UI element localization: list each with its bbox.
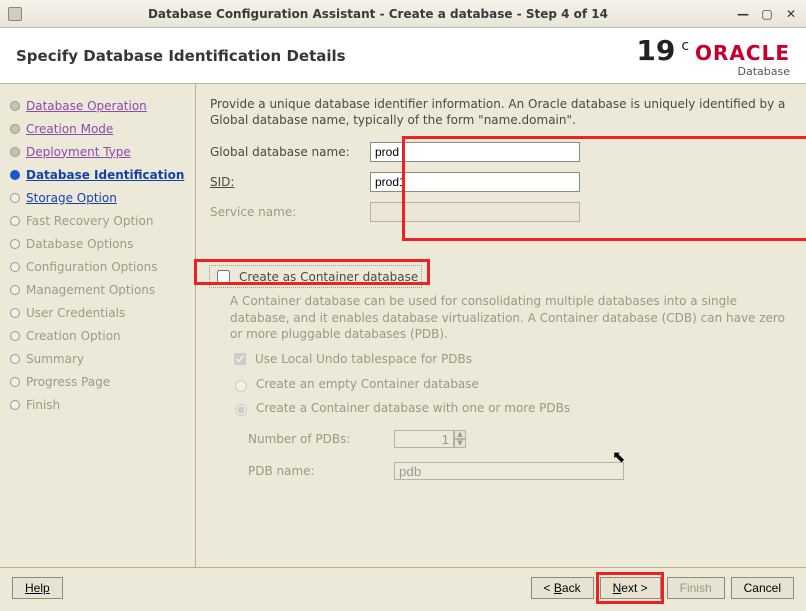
sidebar-step-7: Configuration Options <box>8 255 187 278</box>
container-description: A Container database can be used for con… <box>230 293 788 342</box>
sidebar-step-5: Fast Recovery Option <box>8 209 187 232</box>
sidebar-step-label: Creation Option <box>26 329 121 343</box>
num-pdb-label: Number of PDBs: <box>248 431 388 447</box>
sidebar-step-label: Fast Recovery Option <box>26 214 153 228</box>
num-pdb-input <box>394 430 454 448</box>
sidebar-step-10: Creation Option <box>8 324 187 347</box>
sid-input[interactable] <box>370 172 580 192</box>
page-header: Specify Database Identification Details … <box>0 28 806 84</box>
main-panel: Provide a unique database identifier inf… <box>196 84 806 567</box>
sidebar-step-label: Management Options <box>26 283 155 297</box>
sidebar-step-label: User Credentials <box>26 306 125 320</box>
sidebar-step-label: Deployment Type <box>26 145 131 159</box>
sidebar-step-label: Database Options <box>26 237 133 251</box>
local-undo-label: Use Local Undo tablespace for PDBs <box>255 351 472 367</box>
step-bullet-icon <box>10 193 20 203</box>
global-db-name-label: Global database name: <box>210 145 370 159</box>
version-number: 19 <box>636 34 675 67</box>
step-bullet-icon <box>10 170 20 180</box>
sidebar-step-4[interactable]: Storage Option <box>8 186 187 209</box>
close-button[interactable]: ✕ <box>784 7 798 21</box>
sidebar-step-11: Summary <box>8 347 187 370</box>
with-pdb-radio <box>235 404 247 416</box>
page-title: Specify Database Identification Details <box>16 47 636 65</box>
empty-container-label: Create an empty Container database <box>256 376 479 392</box>
maximize-button[interactable]: ▢ <box>760 7 774 21</box>
next-button[interactable]: Next > <box>600 577 661 599</box>
empty-container-radio <box>235 380 247 392</box>
sidebar-step-2[interactable]: Deployment Type <box>8 140 187 163</box>
global-db-name-row: Global database name: <box>210 142 788 162</box>
container-subsection: A Container database can be used for con… <box>210 287 788 480</box>
sidebar-step-6: Database Options <box>8 232 187 255</box>
window-title: Database Configuration Assistant - Creat… <box>30 7 726 21</box>
step-bullet-icon <box>10 400 20 410</box>
sidebar-step-label: Configuration Options <box>26 260 158 274</box>
step-bullet-icon <box>10 147 20 157</box>
wizard-footer: Help < Back Next > Finish Cancel <box>0 568 806 608</box>
version-suffix: c <box>681 38 689 54</box>
step-bullet-icon <box>10 331 20 341</box>
sidebar-step-0[interactable]: Database Operation <box>8 94 187 117</box>
sidebar-step-8: Management Options <box>8 278 187 301</box>
step-bullet-icon <box>10 285 20 295</box>
step-bullet-icon <box>10 101 20 111</box>
empty-container-row: Create an empty Container database <box>230 376 788 392</box>
app-icon <box>8 7 22 21</box>
sidebar-step-1[interactable]: Creation Mode <box>8 117 187 140</box>
local-undo-row: Use Local Undo tablespace for PDBs <box>230 350 788 368</box>
wizard-sidebar: Database Operation Creation Mode Deploymen… <box>0 84 196 567</box>
spinner-up-icon: ▲ <box>454 430 466 439</box>
num-pdb-spinner: ▲ ▼ <box>394 430 466 448</box>
local-undo-checkbox <box>234 353 246 365</box>
minimize-button[interactable]: — <box>736 7 750 21</box>
intro-text: Provide a unique database identifier inf… <box>210 96 788 128</box>
sidebar-step-label: Database Operation <box>26 99 147 113</box>
step-bullet-icon <box>10 354 20 364</box>
service-name-input <box>370 202 580 222</box>
sid-label: SID: <box>210 175 370 189</box>
sidebar-step-label: Storage Option <box>26 191 117 205</box>
help-button[interactable]: Help <box>12 577 63 599</box>
step-bullet-icon <box>10 124 20 134</box>
oracle-brand: 19 c ORACLE Database <box>636 34 790 78</box>
oracle-logo-sub: Database <box>738 65 791 78</box>
step-bullet-icon <box>10 262 20 272</box>
num-pdb-row: Number of PDBs: ▲ ▼ <box>230 430 788 448</box>
sidebar-step-13: Finish <box>8 393 187 416</box>
global-db-name-input[interactable] <box>370 142 580 162</box>
step-bullet-icon <box>10 239 20 249</box>
with-pdb-label: Create a Container database with one or … <box>256 400 570 416</box>
with-pdb-row: Create a Container database with one or … <box>230 400 788 416</box>
pdb-name-label: PDB name: <box>248 463 388 479</box>
oracle-logo-text: ORACLE <box>695 41 790 65</box>
spinner-down-icon: ▼ <box>454 439 466 448</box>
sidebar-step-label: Database Identification <box>26 168 184 182</box>
step-bullet-icon <box>10 308 20 318</box>
mouse-cursor-icon: ⬉ <box>612 447 625 466</box>
pdb-name-row: PDB name: <box>230 462 788 480</box>
sidebar-step-label: Finish <box>26 398 60 412</box>
step-bullet-icon <box>10 216 20 226</box>
back-button[interactable]: < Back <box>531 577 594 599</box>
sid-row: SID: <box>210 172 788 192</box>
sidebar-step-9: User Credentials <box>8 301 187 324</box>
pdb-name-input <box>394 462 624 480</box>
service-name-row: Service name: <box>210 202 788 222</box>
service-name-label: Service name: <box>210 205 370 219</box>
create-container-row[interactable]: Create as Container database <box>210 266 421 287</box>
sidebar-step-label: Creation Mode <box>26 122 113 136</box>
create-container-checkbox[interactable] <box>217 270 230 283</box>
finish-button: Finish <box>667 577 725 599</box>
step-bullet-icon <box>10 377 20 387</box>
sidebar-step-3[interactable]: Database Identification <box>8 163 187 186</box>
sidebar-step-12: Progress Page <box>8 370 187 393</box>
cancel-button[interactable]: Cancel <box>731 577 794 599</box>
window-titlebar: Database Configuration Assistant - Creat… <box>0 0 806 28</box>
sidebar-step-label: Summary <box>26 352 84 366</box>
sidebar-step-label: Progress Page <box>26 375 110 389</box>
create-container-label: Create as Container database <box>239 270 418 284</box>
